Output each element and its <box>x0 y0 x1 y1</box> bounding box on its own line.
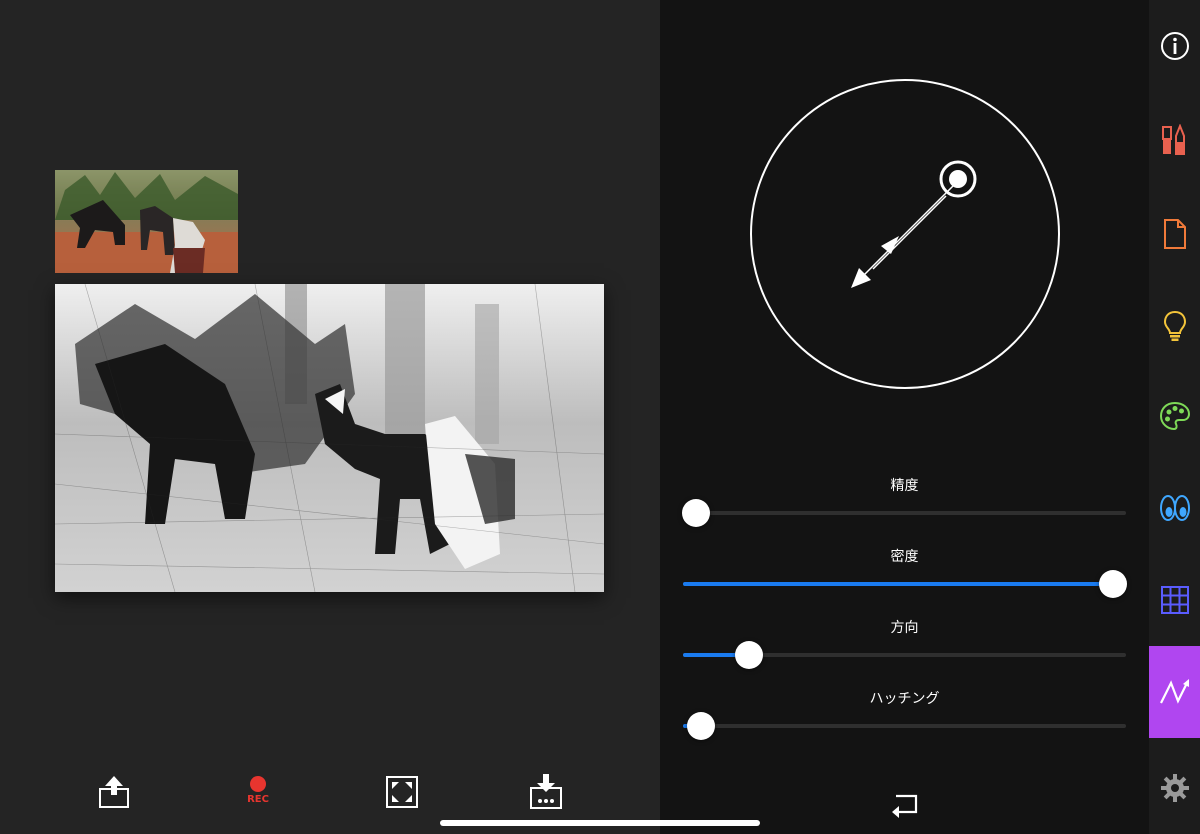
stroke-tool-button[interactable] <box>1149 646 1200 738</box>
return-button[interactable] <box>886 786 924 824</box>
document-icon <box>1163 219 1186 249</box>
direction-slider[interactable] <box>683 641 1126 669</box>
record-icon <box>250 776 266 792</box>
palette-icon <box>1159 401 1190 431</box>
density-slider-fill <box>683 582 1113 586</box>
ideas-button[interactable] <box>1149 300 1200 352</box>
eyes-icon <box>1159 495 1190 521</box>
record-button[interactable]: REC <box>234 768 282 816</box>
hatching-slider[interactable] <box>683 712 1126 740</box>
precision-label: 精度 <box>890 478 919 494</box>
grid-button[interactable] <box>1149 574 1200 626</box>
return-icon <box>892 794 918 818</box>
settings-button[interactable] <box>1149 762 1200 814</box>
save-icon <box>530 774 562 809</box>
brushes-icon <box>1161 124 1185 155</box>
grid-icon <box>1160 586 1189 614</box>
hatching-slider-thumb[interactable] <box>686 712 715 740</box>
eyes-button[interactable] <box>1149 482 1200 534</box>
fullscreen-button[interactable] <box>378 768 426 816</box>
save-button[interactable] <box>522 768 570 816</box>
share-icon <box>99 776 129 808</box>
density-label: 密度 <box>890 549 919 565</box>
direction-dial[interactable] <box>749 78 1061 390</box>
home-indicator <box>440 820 760 826</box>
brushes-button[interactable] <box>1149 114 1200 166</box>
lightbulb-icon <box>1163 310 1186 341</box>
share-button[interactable] <box>90 768 138 816</box>
source-photo-thumbnail[interactable] <box>55 170 238 273</box>
fullscreen-icon <box>386 776 418 808</box>
density-slider[interactable] <box>683 570 1127 598</box>
density-slider-thumb[interactable] <box>1098 570 1127 598</box>
document-button[interactable] <box>1149 208 1200 260</box>
record-label: REC <box>247 794 269 805</box>
direction-dial-graphic <box>750 79 1060 389</box>
sketch-artwork[interactable] <box>55 284 604 592</box>
info-icon <box>1160 32 1189 60</box>
precision-slider[interactable] <box>682 499 1126 527</box>
zigzag-stroke-icon <box>1159 679 1189 704</box>
pencil-sketch-donkeys <box>55 284 604 592</box>
hatching-label: ハッチング <box>869 691 940 707</box>
info-button[interactable] <box>1149 20 1200 72</box>
direction-label: 方向 <box>890 620 919 636</box>
palette-button[interactable] <box>1149 390 1200 442</box>
gear-icon <box>1160 774 1189 802</box>
color-photo-donkeys <box>55 170 238 273</box>
